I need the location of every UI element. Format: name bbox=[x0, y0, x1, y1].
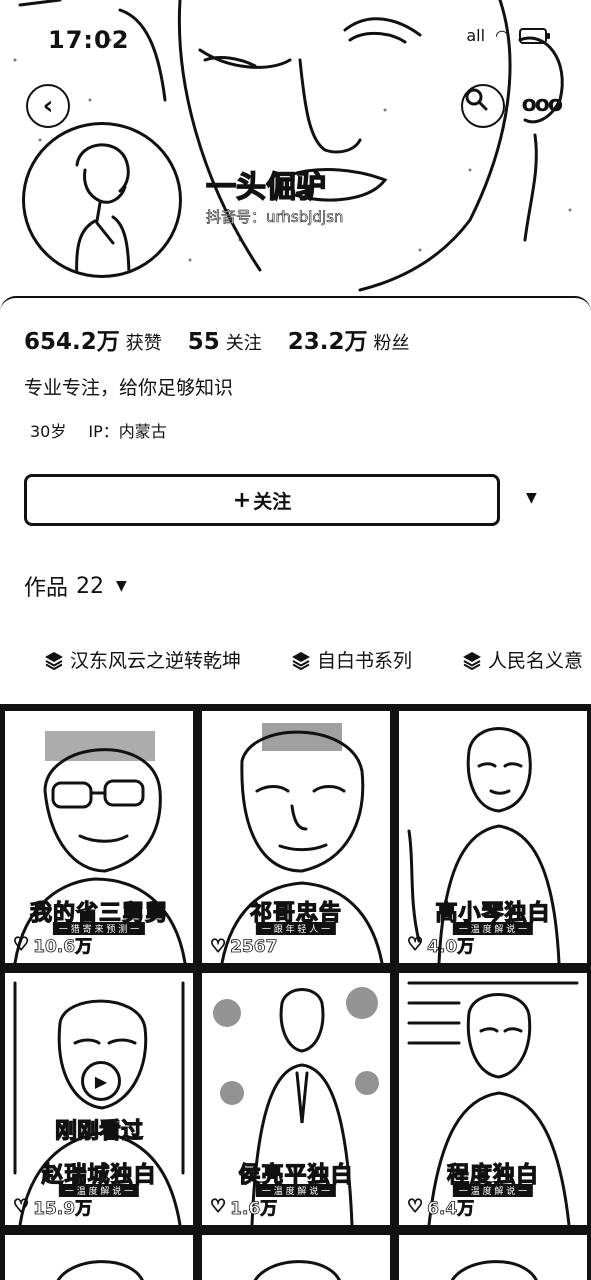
stat-value: 654.2万 bbox=[24, 329, 120, 355]
video-thumbnail[interactable]: 祁哥忠告 一 跟 年 轻 人 一 ♡ 2567 bbox=[199, 708, 393, 966]
heart-icon: ♡ bbox=[406, 933, 424, 955]
caret-down-icon: ▼ bbox=[526, 490, 537, 506]
video-thumbnail[interactable] bbox=[396, 1232, 590, 1280]
video-thumbnail[interactable] bbox=[2, 1232, 196, 1280]
video-grid: 我的省三舅舅 一 猎 寄 来 预 测 一 ♡ 10.6万 祁哥忠告 一 跟 年 … bbox=[0, 704, 591, 1280]
user-id[interactable]: 抖音号：urhsbjdjsn bbox=[206, 206, 344, 227]
search-icon bbox=[465, 88, 488, 111]
profile-age: 30岁 bbox=[30, 422, 67, 441]
avatar-illustration bbox=[75, 143, 131, 275]
caret-down-icon: ▼ bbox=[116, 578, 127, 594]
video-thumbnail[interactable]: 侯亮平独白 一 温 度 解 说 一 ♡ 1.6万 bbox=[199, 970, 393, 1228]
collection-label: 自白书系列 bbox=[317, 650, 413, 672]
thumbnail-image bbox=[56, 1260, 144, 1280]
likes-count: 2567 bbox=[230, 936, 278, 957]
heart-icon: ♡ bbox=[406, 1195, 424, 1217]
follow-label: 关注 bbox=[253, 490, 292, 513]
works-label: 作品 bbox=[24, 576, 69, 601]
status-icons: all ◠ bbox=[466, 26, 550, 45]
back-button[interactable]: ‹ bbox=[26, 84, 70, 128]
stat-following[interactable]: 55 关注 bbox=[188, 329, 262, 355]
profile-bio: 专业专注，给你足够知识 bbox=[24, 377, 234, 399]
likes-count: 10.6万 bbox=[33, 937, 93, 958]
thumbnail-image bbox=[450, 1260, 538, 1280]
plus-icon: + bbox=[232, 487, 252, 513]
follow-button[interactable]: + 关注 bbox=[24, 474, 500, 526]
stat-value: 55 bbox=[187, 329, 220, 355]
likes-count: 6.4万 bbox=[427, 1199, 475, 1220]
likes-count: 4.0万 bbox=[427, 937, 475, 958]
video-thumbnail[interactable]: 高小琴独白 一 温 度 解 说 一 ♡ 4.0万 bbox=[396, 708, 590, 966]
collections-row: 汉东风云之逆转乾坤 自白书系列 人民名义意 bbox=[44, 646, 583, 673]
status-time: 17:02 bbox=[48, 26, 130, 54]
display-name: 一头倔驴 bbox=[205, 169, 326, 205]
profile-banner: 17:02 all ◠ ‹ ooo 一头倔驴 抖音号：urhsbjdjsn bbox=[0, 0, 591, 300]
collection-label: 人民名义意 bbox=[488, 650, 584, 672]
works-tab[interactable]: 作品 22 ▼ bbox=[24, 570, 127, 602]
video-subtitle: 一 跟 年 轻 人 一 bbox=[255, 922, 337, 935]
profile-meta: 30岁 IP：内蒙古 bbox=[30, 418, 167, 442]
recently-watched-label: 刚刚看过 bbox=[54, 1118, 143, 1144]
video-likes: ♡ 4.0万 bbox=[406, 932, 475, 958]
collection-item[interactable]: 自白书系列 bbox=[291, 646, 412, 673]
wifi-icon: ◠ bbox=[495, 26, 509, 45]
more-dots-icon: ooo bbox=[521, 92, 563, 117]
heart-icon: ♡ bbox=[209, 935, 227, 957]
heart-icon: ♡ bbox=[12, 1195, 30, 1217]
profile-stats: 654.2万 获赞 55 关注 23.2万 粉丝 bbox=[24, 322, 410, 356]
collection-label: 汉东风云之逆转乾坤 bbox=[70, 650, 242, 672]
battery-icon bbox=[519, 27, 550, 44]
heart-icon: ♡ bbox=[209, 1195, 227, 1217]
video-thumbnail[interactable] bbox=[199, 1232, 393, 1280]
stat-label: 关注 bbox=[225, 333, 262, 354]
signal-icon: all bbox=[466, 26, 486, 45]
more-button[interactable]: ooo bbox=[521, 92, 563, 117]
video-thumbnail[interactable]: ▶ 刚刚看过 赵瑞城独白 一 温 度 解 说 一 ♡ 15.9万 bbox=[2, 970, 196, 1228]
stat-label: 获赞 bbox=[125, 333, 162, 354]
search-button[interactable] bbox=[461, 84, 505, 128]
video-likes: ♡ 15.9万 bbox=[12, 1194, 93, 1220]
likes-count: 15.9万 bbox=[33, 1199, 93, 1220]
works-count: 22 bbox=[76, 573, 105, 599]
chevron-left-icon: ‹ bbox=[42, 91, 54, 121]
video-thumbnail[interactable]: 我的省三舅舅 一 猎 寄 来 预 测 一 ♡ 10.6万 bbox=[2, 708, 196, 966]
video-likes: ♡ 6.4万 bbox=[406, 1194, 475, 1220]
collection-item[interactable]: 汉东风云之逆转乾坤 bbox=[44, 646, 241, 673]
video-likes: ♡ 10.6万 bbox=[12, 932, 93, 958]
layers-icon bbox=[45, 651, 63, 670]
likes-count: 1.6万 bbox=[230, 1199, 278, 1220]
video-thumbnail[interactable]: 程度独白 一 温 度 解 说 一 ♡ 6.4万 bbox=[396, 970, 590, 1228]
profile-ip: IP：内蒙古 bbox=[88, 422, 167, 441]
heart-icon: ♡ bbox=[12, 933, 30, 955]
layers-icon bbox=[463, 651, 482, 670]
thumbnail-image bbox=[253, 1260, 341, 1280]
video-likes: ♡ 1.6万 bbox=[209, 1194, 278, 1220]
stat-followers[interactable]: 23.2万 粉丝 bbox=[288, 322, 410, 356]
avatar[interactable] bbox=[22, 122, 182, 278]
stat-value: 23.2万 bbox=[287, 329, 368, 355]
stat-likes[interactable]: 654.2万 获赞 bbox=[24, 322, 162, 356]
layers-icon bbox=[292, 651, 311, 670]
stat-label: 粉丝 bbox=[373, 333, 410, 354]
collection-item[interactable]: 人民名义意 bbox=[462, 646, 583, 673]
video-likes: ♡ 2567 bbox=[209, 935, 278, 957]
recommend-dropdown-button[interactable]: ▼ bbox=[526, 490, 537, 506]
play-icon[interactable]: ▶ bbox=[81, 1061, 121, 1101]
